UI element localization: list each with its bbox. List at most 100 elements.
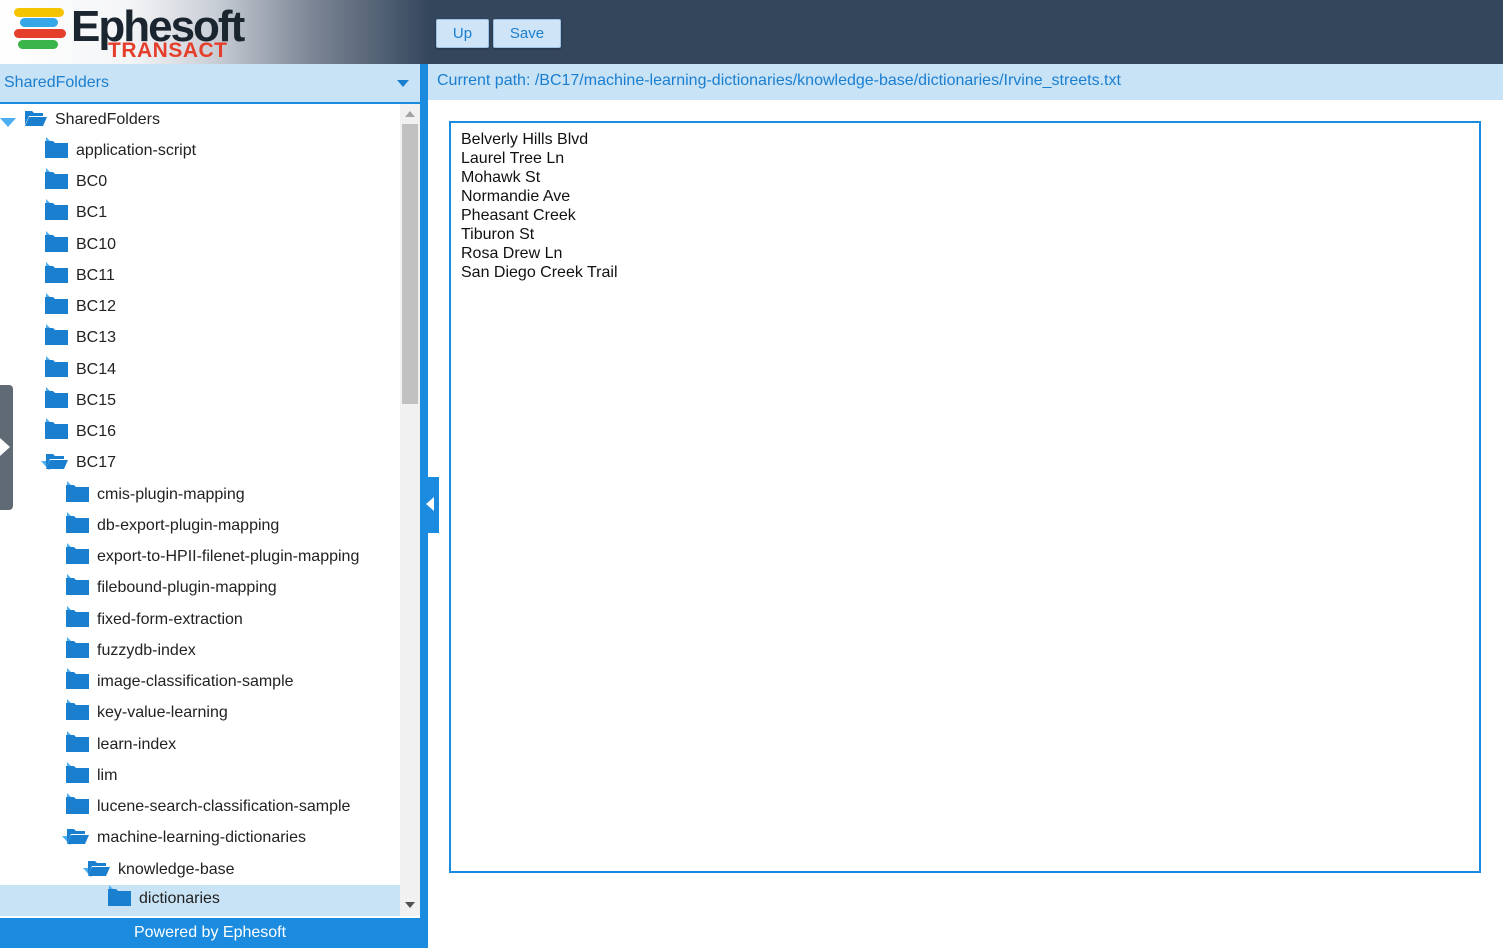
tree-row-label: key-value-learning [97, 704, 228, 721]
tree-row[interactable]: BC12 [0, 293, 400, 324]
folder-icon [45, 390, 68, 408]
tree-row[interactable]: BC16 [0, 418, 400, 449]
tree-row-label: image-classification-sample [97, 673, 294, 690]
folder-icon [45, 296, 68, 314]
file-line: Pheasant Creek [461, 207, 576, 224]
file-content-editor[interactable]: Belverly Hills Blvd Laurel Tree Ln Mohawk … [449, 121, 1481, 873]
tree-row-label: application-script [76, 142, 197, 159]
tree-row[interactable]: BC1 [0, 199, 400, 230]
folder-icon [45, 171, 68, 189]
tree-row[interactable]: fixed-form-extraction [0, 606, 400, 637]
expand-side-tab[interactable] [0, 385, 13, 510]
tree-row[interactable]: application-script [0, 137, 400, 168]
tree-row-label: filebound-plugin-mapping [97, 579, 277, 596]
folder-icon [66, 796, 89, 814]
tree-row-label: BC13 [76, 329, 117, 346]
tree-row-label: cmis-plugin-mapping [97, 486, 245, 503]
file-line: Mohawk St [461, 169, 541, 186]
folder-icon [45, 265, 68, 283]
tree-row[interactable]: BC15 [0, 387, 400, 418]
folder-icon [66, 484, 89, 502]
current-path-text: Current path: /BC17/machine-learning-dic… [437, 72, 1121, 89]
tree-row[interactable]: BC17 [0, 449, 400, 480]
file-line: Belverly Hills Blvd [461, 131, 589, 148]
tree-row[interactable]: lim [0, 762, 400, 793]
folder-icon [45, 421, 68, 439]
tree-row[interactable]: image-classification-sample [0, 668, 400, 699]
folder-open-icon [45, 452, 68, 469]
folder-icon [45, 202, 68, 220]
tree-row[interactable]: knowledge-base [0, 856, 400, 887]
tree-row-label: fixed-form-extraction [97, 611, 243, 628]
tree-row[interactable]: BC13 [0, 324, 400, 355]
collapse-panel-handle[interactable] [424, 477, 439, 533]
tree-row-label: BC10 [76, 236, 117, 253]
folder-icon [66, 702, 89, 720]
app-header: Ephesoft TRANSACT Up Save [0, 0, 1503, 64]
tree-row-label: BC15 [76, 392, 117, 409]
tree-row[interactable]: key-value-learning [0, 699, 400, 730]
tree-row[interactable]: db-export-plugin-mapping [0, 512, 400, 543]
powered-by-footer: Powered by Ephesoft [0, 918, 420, 948]
folder-tree: SharedFolders application-script BC0 BC1 BC1… [0, 104, 400, 916]
tree-row[interactable]: export-to-HPII-filenet-plugin-mapping [0, 543, 400, 574]
folder-icon [66, 640, 89, 658]
file-line: San Diego Creek Trail [461, 264, 618, 281]
root-folder-dropdown-value: SharedFolders [4, 74, 109, 91]
tree-row-label: BC12 [76, 298, 117, 315]
tree-row-label: BC16 [76, 423, 117, 440]
file-line: Rosa Drew Ln [461, 245, 563, 262]
scroll-up-arrow-icon[interactable] [405, 111, 415, 117]
tree-row-label: BC1 [76, 204, 108, 221]
tree-row[interactable]: BC10 [0, 231, 400, 262]
logo-subtext: TRANSACT [108, 39, 228, 62]
folder-icon [45, 327, 68, 345]
folder-open-icon [66, 827, 89, 844]
logo-area: Ephesoft TRANSACT [0, 0, 430, 64]
tree-row[interactable]: filebound-plugin-mapping [0, 574, 400, 605]
tree-row-label: machine-learning-dictionaries [97, 829, 306, 846]
folder-open-icon [24, 109, 47, 126]
root-folder-dropdown[interactable]: SharedFolders [0, 64, 420, 104]
tree-row-label: BC14 [76, 361, 117, 378]
caret-down-icon[interactable] [0, 118, 16, 127]
tree-row[interactable]: BC0 [0, 168, 400, 199]
tree-row[interactable]: cmis-plugin-mapping [0, 481, 400, 512]
tree-row[interactable]: dictionaries [0, 885, 400, 916]
scroll-down-arrow-icon[interactable] [405, 902, 415, 908]
chevron-right-icon [0, 438, 10, 456]
tree-row[interactable]: BC11 [0, 262, 400, 293]
chevron-left-icon [426, 497, 434, 511]
chevron-down-icon[interactable] [397, 80, 409, 87]
folder-icon [66, 577, 89, 595]
tree-row-label: BC17 [76, 454, 117, 471]
tree-row[interactable]: BC14 [0, 356, 400, 387]
folder-icon [108, 888, 131, 906]
up-button[interactable]: Up [436, 19, 489, 48]
tree-row-label: BC11 [76, 267, 115, 284]
tree-scrollbar[interactable] [400, 104, 420, 916]
tree-row-label: export-to-HPII-filenet-plugin-mapping [97, 548, 360, 565]
tree-row-label: BC0 [76, 173, 108, 190]
tree-row-label: db-export-plugin-mapping [97, 517, 280, 534]
tree-row-label: dictionaries [139, 890, 220, 907]
folder-icon [66, 609, 89, 627]
tree-row[interactable]: machine-learning-dictionaries [0, 824, 400, 855]
logo-mark-icon [14, 8, 66, 52]
tree-row-label: SharedFolders [55, 111, 160, 128]
tree-row[interactable]: learn-index [0, 731, 400, 762]
tree-row[interactable]: fuzzydb-index [0, 637, 400, 668]
tree-row-label: fuzzydb-index [97, 642, 196, 659]
tree-row[interactable]: SharedFolders [0, 106, 400, 137]
file-line: Tiburon St [461, 226, 535, 243]
file-line: Normandie Ave [461, 188, 571, 205]
scrollbar-thumb[interactable] [402, 124, 418, 404]
tree-row-label: lim [97, 767, 118, 784]
folder-icon [66, 734, 89, 752]
folder-icon [45, 359, 68, 377]
save-button[interactable]: Save [493, 19, 561, 48]
folder-icon [45, 140, 68, 158]
tree-row[interactable]: lucene-search-classification-sample [0, 793, 400, 824]
folder-icon [66, 515, 89, 533]
folder-icon [66, 765, 89, 783]
